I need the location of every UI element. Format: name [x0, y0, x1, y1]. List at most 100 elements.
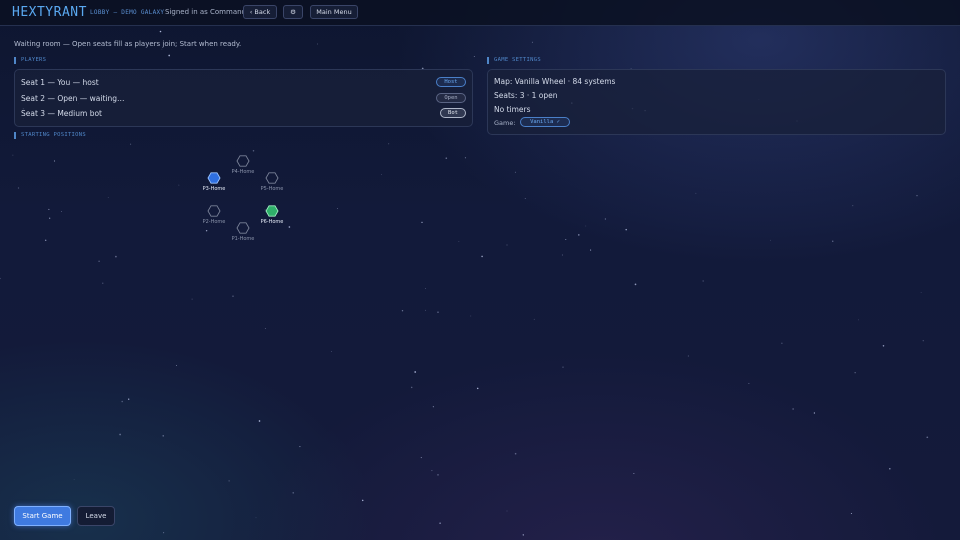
app-logo: HEXTYRANT — [12, 5, 87, 20]
seat-3-text: Seat 3 — Medium bot — [21, 109, 102, 118]
star — [565, 239, 567, 240]
star — [437, 311, 439, 314]
timers-setting: No timers — [494, 105, 531, 114]
home-label: P4-Home — [232, 169, 255, 175]
star — [425, 287, 426, 289]
star — [128, 398, 130, 400]
home-hex-icon — [265, 205, 279, 217]
star — [590, 249, 592, 251]
star — [458, 241, 460, 242]
star — [432, 406, 434, 408]
home-label: P1-Home — [232, 236, 255, 242]
star — [916, 195, 918, 197]
home-hex-icon — [207, 205, 221, 217]
star — [702, 280, 704, 282]
star — [119, 433, 121, 436]
back-button[interactable]: ‹ Back — [243, 5, 277, 19]
seat-2-text: Seat 2 — Open — waiting… — [21, 94, 125, 103]
star — [425, 309, 426, 311]
start-game-button[interactable]: Start Game — [14, 506, 71, 526]
star — [470, 315, 472, 317]
star — [533, 318, 535, 320]
star — [514, 452, 517, 455]
home-label: P2-Home — [203, 219, 226, 225]
star — [813, 412, 816, 414]
players-panel: Seat 1 — You — host Host Seat 2 — Open —… — [14, 69, 473, 127]
star — [317, 43, 318, 45]
star — [115, 255, 117, 258]
players-section-label: PLAYERS — [14, 57, 46, 64]
seat-3-badge[interactable]: Bot — [440, 108, 466, 118]
star — [410, 386, 413, 389]
home-hex-icon — [265, 172, 279, 184]
star — [264, 328, 266, 329]
star — [522, 534, 524, 536]
star — [102, 282, 104, 284]
home-label: P6-Home — [261, 219, 284, 225]
star — [401, 310, 404, 312]
star — [191, 298, 193, 300]
star — [232, 295, 234, 297]
star — [49, 217, 51, 219]
star — [473, 56, 475, 57]
star — [578, 234, 580, 236]
star — [12, 154, 14, 156]
star — [562, 366, 564, 368]
star — [381, 174, 383, 175]
star — [292, 492, 294, 494]
star — [431, 470, 433, 472]
map-setting: Map: Vanilla Wheel · 84 systems — [494, 77, 616, 86]
star — [926, 436, 929, 439]
star — [17, 187, 20, 189]
status-text: Waiting room — Open seats fill as player… — [14, 40, 242, 48]
home-p5-home[interactable]: P5-Home — [261, 172, 284, 192]
star — [585, 225, 587, 227]
game-setting-label: Game: — [494, 119, 516, 127]
star — [437, 474, 439, 476]
home-p6-home[interactable]: P6-Home — [261, 205, 284, 225]
star — [161, 48, 163, 50]
star — [770, 239, 771, 241]
star — [476, 387, 479, 390]
star — [695, 192, 697, 194]
star — [414, 371, 417, 373]
seat-2-badge[interactable]: Open — [436, 93, 466, 103]
star — [121, 400, 124, 403]
star — [506, 244, 508, 246]
lobby-title: LOBBY — DEMO GALAXY — [90, 9, 165, 16]
star — [258, 420, 261, 422]
star — [159, 30, 162, 33]
star — [0, 277, 1, 280]
star — [421, 221, 423, 224]
home-p3-home[interactable]: P3-Home — [203, 172, 226, 192]
gear-icon[interactable]: ⚙ — [283, 5, 303, 19]
home-p2-home[interactable]: P2-Home — [203, 205, 226, 225]
star — [889, 468, 891, 470]
starting-positions-section-label: STARTING POSITIONS — [14, 132, 86, 139]
star — [176, 364, 177, 366]
star — [168, 54, 171, 57]
star — [388, 143, 390, 145]
game-variant-badge[interactable]: Vanilla ✓ — [520, 117, 570, 127]
main-menu-button[interactable]: Main Menu — [310, 5, 358, 19]
star — [748, 383, 750, 384]
home-p1-home[interactable]: P1-Home — [232, 222, 255, 242]
star — [531, 41, 533, 43]
star — [524, 198, 526, 199]
leave-button[interactable]: Leave — [77, 506, 115, 526]
star — [53, 160, 56, 162]
star — [858, 319, 859, 321]
star — [299, 446, 301, 448]
star — [162, 435, 164, 437]
star — [98, 260, 100, 263]
home-p4-home[interactable]: P4-Home — [232, 155, 255, 175]
star — [361, 499, 364, 502]
star — [420, 457, 422, 459]
star — [922, 340, 924, 342]
star — [687, 355, 689, 357]
star — [852, 205, 854, 207]
star — [633, 473, 635, 474]
star — [920, 292, 922, 293]
signed-in-text: Signed in as Commander — [165, 8, 254, 16]
star — [228, 480, 230, 482]
